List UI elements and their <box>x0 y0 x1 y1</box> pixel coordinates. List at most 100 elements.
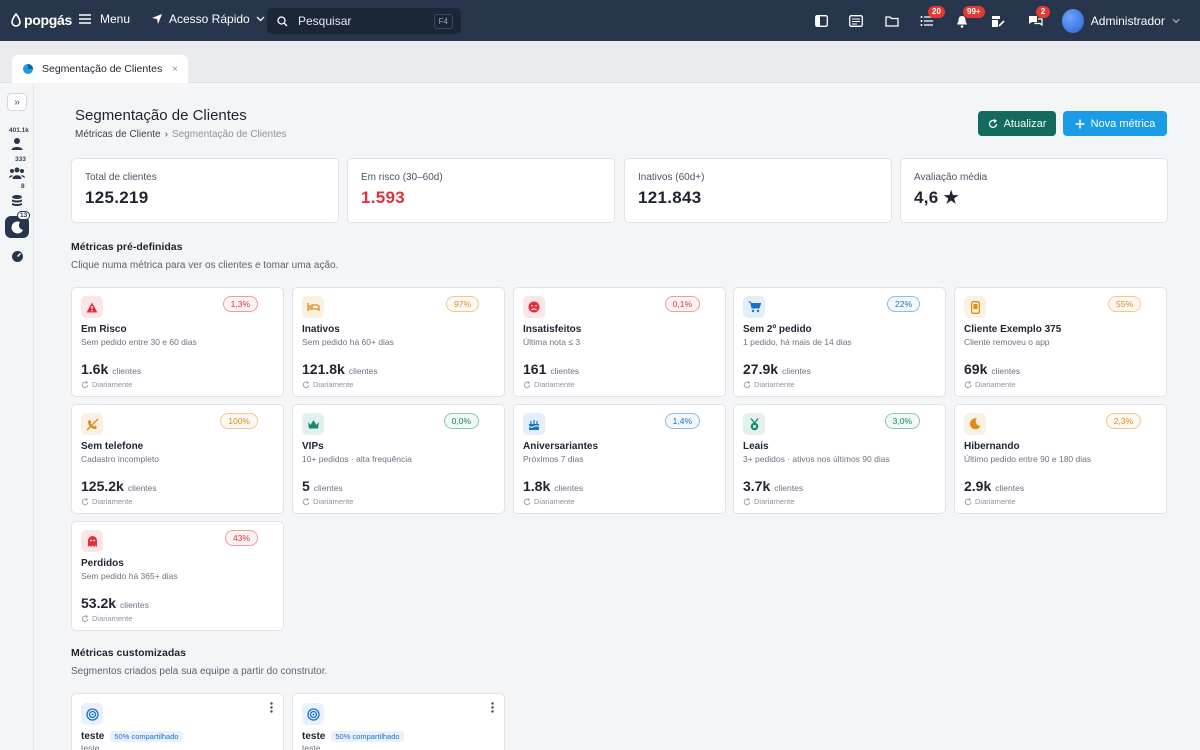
top-bar: popgás Menu Acesso Rápido Pesquisar F4 2… <box>0 0 1200 41</box>
refresh-icon <box>81 497 89 506</box>
metric-value: 121.8k <box>302 361 345 377</box>
send-icon <box>152 14 162 24</box>
metric-card-aniversariantes[interactable]: 1,4% Aniversariantes Próximos 7 dias 1.8… <box>513 404 726 514</box>
frequency-label: Diariamente <box>313 497 354 506</box>
frequency-label: Diariamente <box>313 380 354 389</box>
quick-access-label: Acesso Rápido <box>169 12 250 26</box>
metric-card-insatisfeitos[interactable]: 0,1% Insatisfeitos Última nota ≤ 3 161 c… <box>513 287 726 397</box>
search-input[interactable]: Pesquisar F4 <box>267 8 461 34</box>
refresh-icon <box>964 497 972 506</box>
refresh-icon <box>743 497 751 506</box>
refresh-icon <box>302 497 310 506</box>
sidebar-toggle-icon[interactable] <box>812 12 830 30</box>
chevron-down-icon <box>1172 18 1180 24</box>
rail-count: 8 <box>21 183 25 190</box>
rail-item-coins[interactable]: 8 <box>5 183 29 211</box>
breadcrumb-current: Segmentação de Clientes <box>171 129 287 140</box>
menu-label: Menu <box>100 12 131 26</box>
metric-title: Cliente Exemplo 375 <box>964 324 1062 335</box>
warning-icon <box>81 296 103 318</box>
rail-count: 13 <box>17 211 31 220</box>
bell-icon[interactable]: 99+ <box>953 6 985 30</box>
refresh-icon <box>81 614 89 623</box>
target-icon <box>81 703 103 725</box>
refresh-button[interactable]: Atualizar <box>978 111 1056 136</box>
stat-value: 1.593 <box>361 188 406 207</box>
metric-unit: clientes <box>991 366 1021 376</box>
stat-value: 4,6 ★ <box>914 188 960 207</box>
metric-count: 53.2k clientes <box>81 595 149 611</box>
metric-value: 1.6k <box>81 361 109 377</box>
metric-count: 5 clientes <box>302 478 343 494</box>
rail-item-customers[interactable]: 401.1k <box>5 127 29 155</box>
breadcrumb-parent-link[interactable]: Métricas de Cliente <box>75 129 161 140</box>
metric-description: Último pedido entre 90 e 180 dias <box>964 454 1092 464</box>
rail-item-segmentation[interactable]: 13 <box>5 211 31 238</box>
more-options-icon[interactable] <box>270 702 273 716</box>
metric-value: 161 <box>523 361 547 377</box>
metric-title: Hibernando <box>964 441 1020 452</box>
logo-text: popgás <box>24 12 72 28</box>
close-icon[interactable]: × <box>172 64 178 75</box>
search-placeholder: Pesquisar <box>298 14 352 28</box>
chat-icon[interactable]: 2 <box>1026 6 1050 30</box>
frequency-label: Diariamente <box>92 380 133 389</box>
custom-metric-card[interactable]: teste 50% compartilhado teste <box>71 693 284 750</box>
metric-unit: clientes <box>774 483 804 493</box>
predefined-section-title: Métricas pré-definidas <box>71 241 183 253</box>
metric-title: Sem telefone <box>81 441 144 452</box>
group-icon <box>9 167 25 179</box>
refresh-frequency: Diariamente <box>743 497 794 506</box>
refresh-frequency: Diariamente <box>81 614 132 623</box>
metric-card-vips[interactable]: 0,0% VIPs 10+ pedidos · alta frequência … <box>292 404 505 514</box>
metric-count: 69k clientes <box>964 361 1020 377</box>
stat-em-risco: Em risco (30–60d) 1.593 <box>347 158 615 223</box>
brand-logo[interactable]: popgás <box>10 12 72 28</box>
percentage-badge: 97% <box>445 296 479 312</box>
metric-value: 2.9k <box>964 478 992 494</box>
page-title: Segmentação de Clientes <box>75 107 247 124</box>
metric-value: 69k <box>964 361 988 377</box>
folder-icon[interactable] <box>883 12 901 30</box>
edit-note-icon[interactable] <box>989 12 1007 30</box>
tab-strip: Segmentação de Clientes × <box>0 41 1200 83</box>
notifications-badge: 99+ <box>963 6 985 18</box>
metric-card-hibernando[interactable]: 2,3% Hibernando Último pedido entre 90 e… <box>954 404 1167 514</box>
refresh-frequency: Diariamente <box>81 497 132 506</box>
metric-count: 27.9k clientes <box>743 361 811 377</box>
news-icon[interactable] <box>847 12 865 30</box>
frequency-label: Diariamente <box>975 497 1016 506</box>
rail-item-groups[interactable]: 333 <box>5 156 29 184</box>
custom-metric-card[interactable]: teste 50% compartilhado teste <box>292 693 505 750</box>
metric-description: Próximos 7 dias <box>523 454 584 464</box>
new-metric-button[interactable]: Nova métrica <box>1063 111 1167 136</box>
metric-card-sem-2-pedido[interactable]: 22% Sem 2º pedido 1 pedido, há mais de 1… <box>733 287 946 397</box>
cart-icon <box>743 296 765 318</box>
metric-card-sem-telefone[interactable]: 100% Sem telefone Cadastro incompleto 12… <box>71 404 284 514</box>
menu-button[interactable]: Menu <box>79 12 130 26</box>
metric-card-inativos[interactable]: 97% Inativos Sem pedido há 60+ dias 121.… <box>292 287 505 397</box>
coins-icon <box>12 195 22 206</box>
frequency-label: Diariamente <box>92 614 133 623</box>
metric-value: 5 <box>302 478 310 494</box>
metric-card-leais[interactable]: 3,0% Leais 3+ pedidos · ativos nos últim… <box>733 404 946 514</box>
tab-segmentacao[interactable]: Segmentação de Clientes × <box>12 55 188 83</box>
hamburger-icon <box>79 14 91 24</box>
more-options-icon[interactable] <box>491 702 494 716</box>
rail-item-dashboard[interactable] <box>5 245 29 267</box>
metric-card-em-risco[interactable]: 1,3% Em Risco Sem pedido entre 30 e 60 d… <box>71 287 284 397</box>
metric-title: Insatisfeitos <box>523 324 582 335</box>
tasks-icon[interactable]: 20 <box>918 6 945 30</box>
metric-description: 10+ pedidos · alta frequência <box>302 454 412 464</box>
refresh-frequency: Diariamente <box>302 497 353 506</box>
percentage-badge: 43% <box>224 530 258 546</box>
frequency-label: Diariamente <box>754 497 795 506</box>
metric-title: Aniversariantes <box>523 441 599 452</box>
user-menu[interactable]: Administrador <box>1062 8 1180 34</box>
expand-rail-button[interactable]: » <box>7 93 27 111</box>
stat-value: 125.219 <box>85 188 149 207</box>
metric-card-perdidos[interactable]: 43% Perdidos Sem pedido há 365+ dias 53.… <box>71 521 284 631</box>
metric-card-cliente-exemplo-375[interactable]: 55% Cliente Exemplo 375 Cliente removeu … <box>954 287 1167 397</box>
quick-access-button[interactable]: Acesso Rápido <box>151 12 265 26</box>
refresh-frequency: Diariamente <box>302 380 353 389</box>
